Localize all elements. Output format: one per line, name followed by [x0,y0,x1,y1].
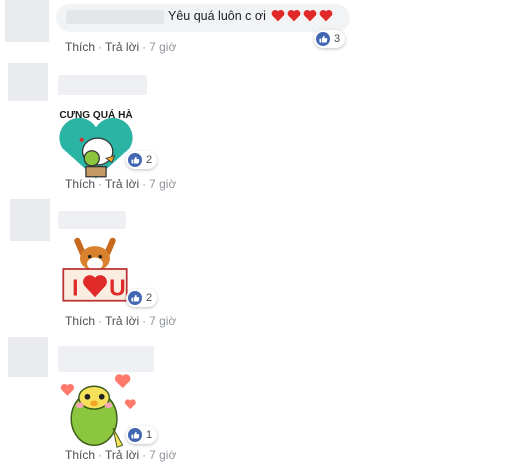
reaction-count-badge[interactable]: 2 [126,151,158,169]
comment-text: Yêu quá luôn c ơi [168,9,335,23]
reaction-count-badge[interactable]: 2 [126,289,158,307]
like-link[interactable]: Thích [65,314,95,328]
comment-actions: Thích · Trả lời · 7 giờ [65,40,176,54]
comment-text-content: Yêu quá luôn c ơi [168,9,266,23]
commenter-avatar[interactable] [5,0,49,42]
reaction-count: 2 [146,154,153,166]
commenter-avatar[interactable] [8,337,48,377]
like-link[interactable]: Thích [65,177,95,191]
heart-icon [304,9,317,22]
separator-dot: · [142,177,147,191]
reaction-count-badge[interactable]: 1 [126,426,158,444]
i-love-u-sticker[interactable]: I U [58,229,132,309]
separator-dot: · [142,40,147,54]
like-link[interactable]: Thích [65,40,95,54]
reaction-count: 2 [146,292,153,304]
comment-actions: Thích · Trả lời · 7 giờ [65,448,176,462]
commenter-name-redacted[interactable] [66,10,164,24]
commenter-avatar[interactable] [8,63,48,101]
like-icon [128,291,142,305]
reaction-count-badge[interactable]: 3 [314,30,346,48]
reply-link[interactable]: Trả lời [105,177,139,191]
commenter-name-redacted[interactable] [58,211,126,229]
heart-icon [272,9,285,22]
sticker-text: CƯNG QUÁ HÀ [59,108,133,121]
separator-dot: · [98,177,103,191]
heart-icon [320,9,333,22]
heart-emojis [271,9,335,23]
sticker-text-i: I [72,274,78,300]
reply-link[interactable]: Trả lời [105,40,139,54]
separator-dot: · [98,40,103,54]
separator-dot: · [142,314,147,328]
timestamp[interactable]: 7 giờ [149,40,176,54]
reaction-count: 3 [334,33,341,45]
comment-actions: Thích · Trả lời · 7 giờ [65,177,176,191]
timestamp[interactable]: 7 giờ [149,314,176,328]
sticker-text-u: U [109,274,126,300]
like-icon [128,428,142,442]
parrot-hearts-sticker[interactable] [56,370,136,452]
commenter-avatar[interactable] [10,199,50,241]
separator-dot: · [98,448,103,462]
reply-link[interactable]: Trả lời [105,314,139,328]
reaction-count: 1 [146,429,153,441]
reply-link[interactable]: Trả lời [105,448,139,462]
like-icon [128,153,142,167]
comment-bubble: Yêu quá luôn c ơi [56,4,350,32]
separator-dot: · [98,314,103,328]
like-icon [316,32,330,46]
separator-dot: · [142,448,147,462]
comment-actions: Thích · Trả lời · 7 giờ [65,314,176,328]
commenter-name-redacted[interactable] [58,75,147,95]
timestamp[interactable]: 7 giờ [149,448,176,462]
heart-icon [288,9,301,22]
commenter-name-redacted[interactable] [58,346,154,372]
cung-qua-ha-sticker[interactable]: CƯNG QUÁ HÀ [54,99,138,189]
like-link[interactable]: Thích [65,448,95,462]
timestamp[interactable]: 7 giờ [149,177,176,191]
